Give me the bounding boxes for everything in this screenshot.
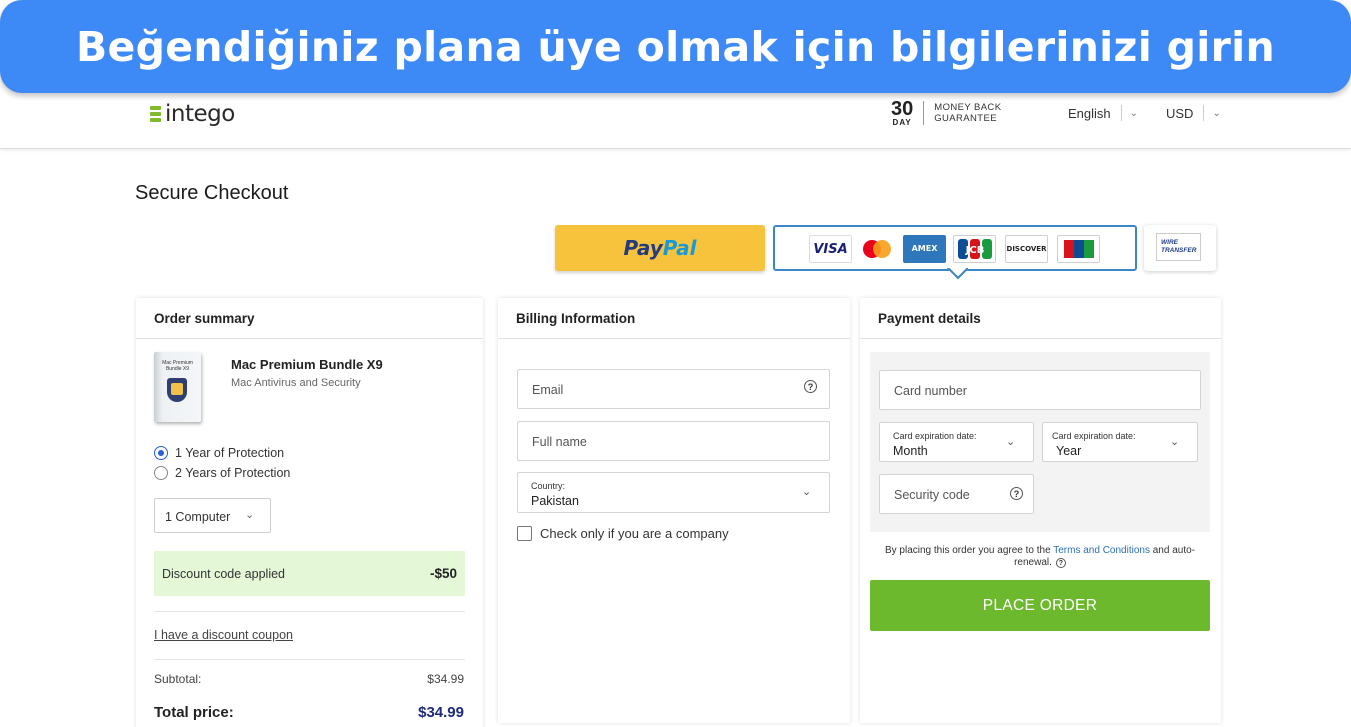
help-icon[interactable]: ? xyxy=(1055,558,1066,568)
order-summary-heading: Order summary xyxy=(136,298,483,339)
top-banner: Beğendiğiniz plana üye olmak için bilgil… xyxy=(0,0,1351,93)
chevron-down-icon: ⌄ xyxy=(245,509,255,521)
currency-value: USD xyxy=(1166,105,1194,121)
jcb-icon: JCB xyxy=(953,235,996,263)
chevron-down-icon: ⌄ xyxy=(1006,436,1016,448)
visa-icon: VISA xyxy=(809,235,852,263)
svg-text:JCB: JCB xyxy=(964,245,984,256)
mastercard-icon xyxy=(855,235,898,263)
chevron-down-icon: ⌄ xyxy=(802,486,812,498)
intego-logo-icon xyxy=(150,104,161,124)
help-icon[interactable]: ? xyxy=(804,380,817,393)
logo-text: intego xyxy=(165,101,235,127)
currency-select[interactable]: USD ⌄ xyxy=(1166,105,1221,121)
wire-transfer-icon: WIRE TRANSFER xyxy=(1156,233,1201,261)
payment-heading: Payment details xyxy=(860,298,1221,339)
company-checkbox[interactable]: Check only if you are a company xyxy=(517,526,729,541)
subtotal-label: Subtotal: xyxy=(154,672,202,686)
checkbox-icon[interactable] xyxy=(517,526,532,541)
language-select[interactable]: English ⌄ xyxy=(1068,105,1138,121)
subtotal-value: $34.99 xyxy=(427,672,464,686)
amex-icon: AMEX xyxy=(903,235,946,263)
terms-text: By placing this order you agree to the T… xyxy=(884,545,1196,568)
email-field[interactable]: Email ? xyxy=(517,369,830,409)
credit-card-option[interactable]: VISA AMEX JCB DISCOVER xyxy=(773,225,1137,271)
option-label: 1 Year of Protection xyxy=(175,446,285,460)
expiration-label: Card expiration date: xyxy=(1052,431,1136,441)
expiration-month-select[interactable]: Card expiration date: Month ⌄ xyxy=(879,422,1034,462)
terms-link[interactable]: Terms and Conditions xyxy=(1053,545,1150,556)
country-select[interactable]: Country: Pakistan ⌄ xyxy=(517,472,830,513)
computers-select[interactable]: 1 Computer ⌄ xyxy=(154,498,271,533)
language-value: English xyxy=(1068,105,1111,121)
chevron-down-icon: ⌄ xyxy=(1129,107,1139,119)
paypal-text-2: Pal xyxy=(662,236,697,260)
divider xyxy=(154,611,465,612)
security-code-placeholder: Security code xyxy=(894,488,970,502)
place-order-button[interactable]: PLACE ORDER xyxy=(870,580,1210,631)
total-value: $34.99 xyxy=(418,704,464,721)
help-icon[interactable]: ? xyxy=(1010,487,1023,500)
banner-text: Beğendiğiniz plana üye olmak için bilgil… xyxy=(76,22,1275,71)
paypal-text-1: Pay xyxy=(623,236,663,260)
paypal-button[interactable]: Pay Pal xyxy=(555,225,765,271)
option-label: 2 Years of Protection xyxy=(175,466,291,480)
option-1-year[interactable]: 1 Year of Protection xyxy=(154,446,284,460)
discount-value: -$50 xyxy=(429,566,457,581)
country-value: Pakistan xyxy=(531,494,579,508)
expiration-label: Card expiration date: xyxy=(893,431,977,441)
total-label: Total price: xyxy=(154,704,234,721)
security-code-field[interactable]: Security code ? xyxy=(879,474,1034,514)
year-value: Year xyxy=(1056,444,1082,458)
option-2-years[interactable]: 2 Years of Protection xyxy=(154,466,290,480)
discount-coupon-link[interactable]: I have a discount coupon xyxy=(154,628,293,642)
guarantee-line1: MONEY BACK xyxy=(934,102,1002,113)
computers-value: 1 Computer xyxy=(165,510,231,524)
site-header: intego 30 DAY MONEY BACK GUARANTEE Engli… xyxy=(0,93,1351,149)
guarantee-day: DAY xyxy=(892,118,912,127)
guarantee-number: 30 xyxy=(891,98,914,120)
card-number-field[interactable]: Card number xyxy=(879,370,1201,410)
page-title: Secure Checkout xyxy=(135,182,289,204)
discover-icon: DISCOVER xyxy=(1005,235,1048,263)
expiration-year-select[interactable]: Card expiration date: Year ⌄ xyxy=(1042,422,1198,462)
discount-label: Discount code applied xyxy=(162,566,285,581)
country-label: Country: xyxy=(531,481,566,491)
chevron-down-icon: ⌄ xyxy=(1170,436,1180,448)
money-back-guarantee: 30 DAY MONEY BACK GUARANTEE xyxy=(891,99,1001,127)
email-placeholder: Email xyxy=(532,383,564,397)
billing-heading: Billing Information xyxy=(498,298,850,339)
product-subtitle: Mac Antivirus and Security xyxy=(231,377,361,389)
unionpay-icon xyxy=(1057,235,1100,263)
chevron-down-icon: ⌄ xyxy=(1212,107,1221,119)
product-name: Mac Premium Bundle X9 xyxy=(231,357,383,372)
month-value: Month xyxy=(893,444,928,458)
divider xyxy=(154,659,465,660)
intego-logo[interactable]: intego xyxy=(150,101,235,127)
company-checkbox-label: Check only if you are a company xyxy=(540,526,729,541)
discount-applied-banner: Discount code applied -$50 xyxy=(154,551,465,596)
guarantee-line2: GUARANTEE xyxy=(934,113,997,124)
radio-unselected-icon xyxy=(154,466,168,480)
radio-selected-icon xyxy=(154,446,168,460)
card-number-placeholder: Card number xyxy=(894,384,967,398)
full-name-field[interactable]: Full name xyxy=(517,421,830,461)
product-box-image: Mac Premium Bundle X9 xyxy=(154,352,201,422)
selected-pointer xyxy=(946,268,968,282)
full-name-placeholder: Full name xyxy=(532,435,587,449)
wire-transfer-option[interactable]: WIRE TRANSFER xyxy=(1144,225,1216,271)
